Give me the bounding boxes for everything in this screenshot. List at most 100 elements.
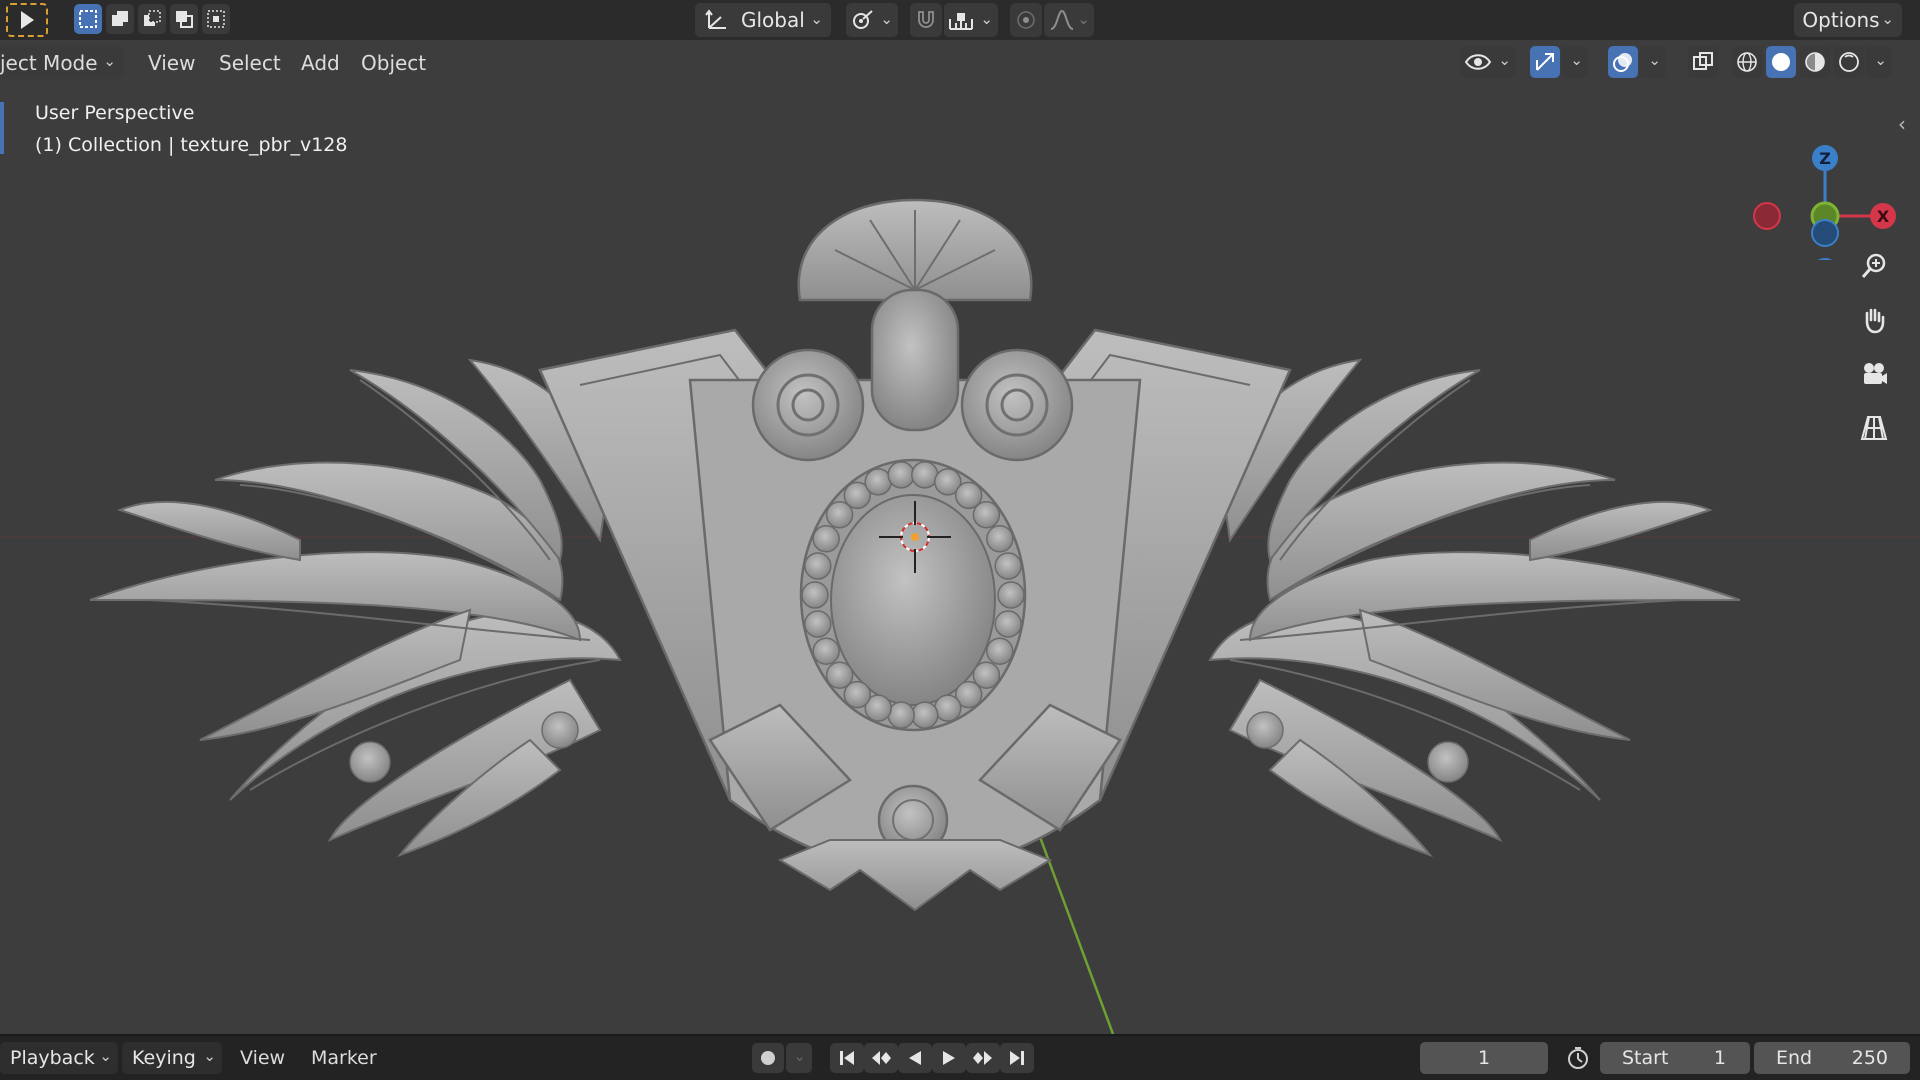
chevron-down-icon: ⌄ — [1498, 51, 1511, 69]
menu-view[interactable]: View — [148, 51, 195, 75]
overlays-icon — [1613, 53, 1632, 72]
prev-keyframe-button[interactable] — [864, 1043, 898, 1073]
medallion-bead — [934, 694, 962, 722]
neg-z-axis-icon — [1817, 258, 1833, 260]
keying-dropdown[interactable]: Keying ⌄ — [122, 1042, 222, 1074]
gizmo-dropdown[interactable]: ⌄ — [1562, 46, 1588, 78]
grid-perspective-icon — [1860, 416, 1888, 440]
select-intersect-button[interactable] — [202, 4, 230, 34]
timeline-menu-marker[interactable]: Marker — [311, 1047, 377, 1069]
medallion-bead — [994, 552, 1022, 580]
shading-rendered-button[interactable] — [1834, 46, 1864, 78]
medallion-bead — [887, 701, 915, 729]
visibility-dropdown[interactable]: ⌄ — [1460, 46, 1516, 78]
snap-toggle[interactable] — [910, 3, 942, 37]
wireframe-sphere-icon — [1737, 52, 1757, 72]
select-invert-button[interactable] — [170, 4, 198, 34]
select-invert-icon — [176, 11, 193, 28]
overlays-toggle[interactable] — [1608, 46, 1638, 78]
mode-dropdown[interactable]: ject Mode ⌄ — [0, 47, 124, 79]
neg-z-axis-handle[interactable] — [1811, 219, 1839, 247]
medallion-bead — [812, 525, 840, 553]
shading-material-button[interactable] — [1800, 46, 1830, 78]
jump-start-button[interactable] — [830, 1043, 864, 1073]
shading-solid-button[interactable] — [1766, 46, 1796, 78]
next-keyframe-button[interactable] — [966, 1043, 1000, 1073]
select-box-new-button[interactable] — [74, 4, 102, 34]
medallion-bead — [911, 701, 939, 729]
shading-dropdown[interactable]: ⌄ — [1866, 46, 1892, 78]
chevron-down-icon: ⌄ — [103, 52, 116, 70]
record-dot-icon — [761, 1051, 775, 1065]
jump-end-icon — [1010, 1051, 1024, 1065]
menu-object[interactable]: Object — [361, 51, 426, 75]
chevron-down-icon: ⌄ — [810, 10, 823, 28]
camera-view-button[interactable] — [1854, 354, 1894, 394]
chevron-down-icon: ⌄ — [99, 1047, 112, 1065]
3d-viewport[interactable]: User Perspective (1) Collection | textur… — [0, 40, 1920, 1034]
xray-icon — [1693, 52, 1713, 70]
select-tool-button[interactable] — [6, 3, 48, 37]
falloff-curve-icon — [1050, 9, 1074, 30]
options-dropdown[interactable]: Options ⌄ — [1794, 3, 1902, 37]
gizmo-toggle[interactable] — [1530, 46, 1560, 78]
transform-orientation-dropdown[interactable]: Global ⌄ — [695, 3, 831, 37]
timeline-menu-view[interactable]: View — [240, 1047, 285, 1069]
material-sphere-icon — [1805, 52, 1825, 72]
select-subtract-button[interactable] — [138, 4, 166, 34]
end-frame-field[interactable]: End 250 — [1754, 1042, 1910, 1074]
play-button[interactable] — [932, 1043, 966, 1073]
keying-label: Keying — [132, 1047, 196, 1069]
play-reverse-button[interactable] — [898, 1043, 932, 1073]
medallion-bead — [812, 637, 840, 665]
xray-toggle[interactable] — [1688, 46, 1718, 78]
medallion-bead — [825, 661, 854, 689]
start-value: 1 — [1713, 1047, 1726, 1069]
solid-sphere-icon — [1772, 53, 1790, 71]
playback-dropdown[interactable]: Playback ⌄ — [0, 1042, 118, 1074]
menu-select[interactable]: Select — [219, 51, 281, 75]
pan-button[interactable] — [1854, 300, 1894, 340]
medallion-bead — [994, 610, 1022, 638]
options-label: Options — [1802, 8, 1880, 32]
chevron-down-icon: ⌄ — [1874, 51, 1887, 69]
medallion-bead — [911, 461, 939, 489]
jump-end-button[interactable] — [1000, 1043, 1034, 1073]
ortho-toggle-button[interactable] — [1854, 408, 1894, 448]
play-icon — [943, 1051, 955, 1065]
z-axis-label: Z — [1819, 149, 1831, 168]
medallion-bead — [986, 637, 1014, 665]
menu-add[interactable]: Add — [301, 51, 340, 75]
3d-cursor-icon[interactable] — [875, 497, 955, 577]
falloff-dropdown[interactable]: ⌄ — [1044, 3, 1094, 37]
camera-icon — [1864, 363, 1887, 384]
select-new-icon — [79, 10, 97, 28]
medallion-bead — [801, 581, 829, 609]
chevron-down-icon: ⌄ — [793, 1047, 806, 1065]
active-region-indicator — [0, 102, 4, 154]
start-frame-field[interactable]: Start 1 — [1600, 1042, 1750, 1074]
end-value: 250 — [1851, 1047, 1888, 1069]
select-intersect-icon — [207, 10, 225, 28]
auto-keying-toggle[interactable] — [752, 1043, 784, 1073]
snap-target-dropdown[interactable]: ⌄ — [944, 3, 998, 37]
select-extend-button[interactable] — [106, 4, 134, 34]
keying-mode-dropdown[interactable]: ⌄ — [786, 1043, 812, 1073]
chevron-down-icon: ⌄ — [980, 10, 993, 28]
pivot-point-dropdown[interactable]: ⌄ — [846, 3, 898, 37]
proportional-editing-toggle[interactable] — [1010, 3, 1042, 37]
chevron-down-icon: ⌄ — [1648, 51, 1661, 69]
perspective-label: User Perspective — [35, 102, 195, 124]
overlays-dropdown[interactable]: ⌄ — [1640, 46, 1666, 78]
preview-range-toggle[interactable] — [1560, 1042, 1596, 1074]
neg-x-axis-icon — [1753, 202, 1781, 230]
medallion-bead — [804, 610, 832, 638]
zoom-button[interactable] — [1854, 246, 1894, 286]
ornament-model — [89, 198, 1741, 912]
start-label: Start — [1622, 1047, 1669, 1069]
current-frame-field[interactable]: 1 — [1420, 1042, 1548, 1074]
play-reverse-icon — [909, 1051, 921, 1065]
chevron-down-icon: ⌄ — [1570, 51, 1583, 69]
proportional-editing-icon — [1017, 11, 1035, 29]
shading-wireframe-button[interactable] — [1732, 46, 1762, 78]
